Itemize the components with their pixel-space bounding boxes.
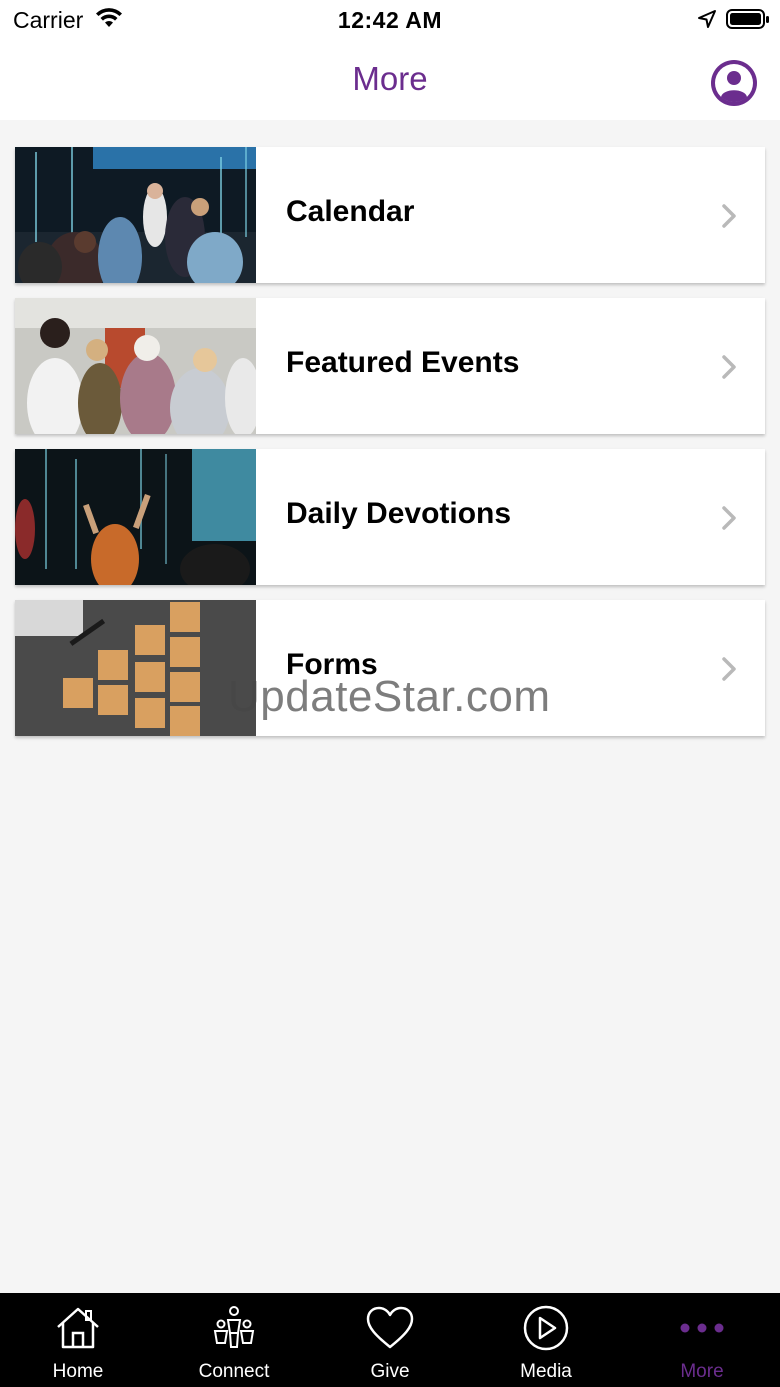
menu-item-calendar[interactable]: Calendar	[15, 147, 765, 283]
tab-media[interactable]: Media	[468, 1293, 624, 1387]
menu-item-label: Featured Events	[286, 346, 520, 379]
tab-label: Give	[370, 1361, 410, 1382]
menu-item-label: Calendar	[286, 195, 415, 228]
tab-bar: Home Connect Give Media More	[0, 1293, 780, 1387]
menu-item-label: Daily Devotions	[286, 497, 512, 530]
group-gathering-photo	[15, 298, 256, 434]
menu-list: Calendar Featured Events Daily Devotions…	[15, 147, 765, 751]
chevron-right-icon	[722, 657, 736, 681]
clock: 12:42 AM	[337, 7, 443, 33]
tab-more[interactable]: More	[624, 1293, 780, 1387]
location-arrow-icon	[698, 10, 716, 28]
tab-home[interactable]: Home	[0, 1293, 156, 1387]
nav-header: More	[0, 40, 780, 120]
person-icon	[715, 64, 753, 103]
status-bar: Carrier 12:42 AM	[0, 0, 780, 40]
worship-stage-photo	[15, 147, 256, 283]
chevron-right-icon	[722, 355, 736, 379]
chevron-right-icon	[722, 506, 736, 530]
tab-label: More	[680, 1361, 724, 1382]
heart-icon	[366, 1306, 414, 1349]
more-dots-icon	[680, 1323, 724, 1333]
tab-label: Media	[520, 1361, 572, 1382]
menu-item-daily-devotions[interactable]: Daily Devotions	[15, 449, 765, 585]
tab-give[interactable]: Give	[312, 1293, 468, 1387]
play-circle-icon	[523, 1305, 569, 1351]
worship-hands-raised-photo	[15, 449, 256, 585]
page-title: More	[352, 60, 428, 97]
battery-icon	[726, 9, 769, 29]
chevron-right-icon	[722, 204, 736, 228]
menu-item-featured-events[interactable]: Featured Events	[15, 298, 765, 434]
tab-label: Home	[52, 1361, 104, 1382]
people-icon	[213, 1306, 255, 1348]
tab-label: Connect	[198, 1361, 270, 1382]
menu-item-forms[interactable]: Forms	[15, 600, 765, 736]
sticky-notes-desk-photo	[15, 600, 256, 736]
profile-button[interactable]	[711, 60, 757, 106]
menu-item-label: Forms	[286, 648, 378, 681]
tab-connect[interactable]: Connect	[156, 1293, 312, 1387]
home-icon	[57, 1307, 99, 1349]
